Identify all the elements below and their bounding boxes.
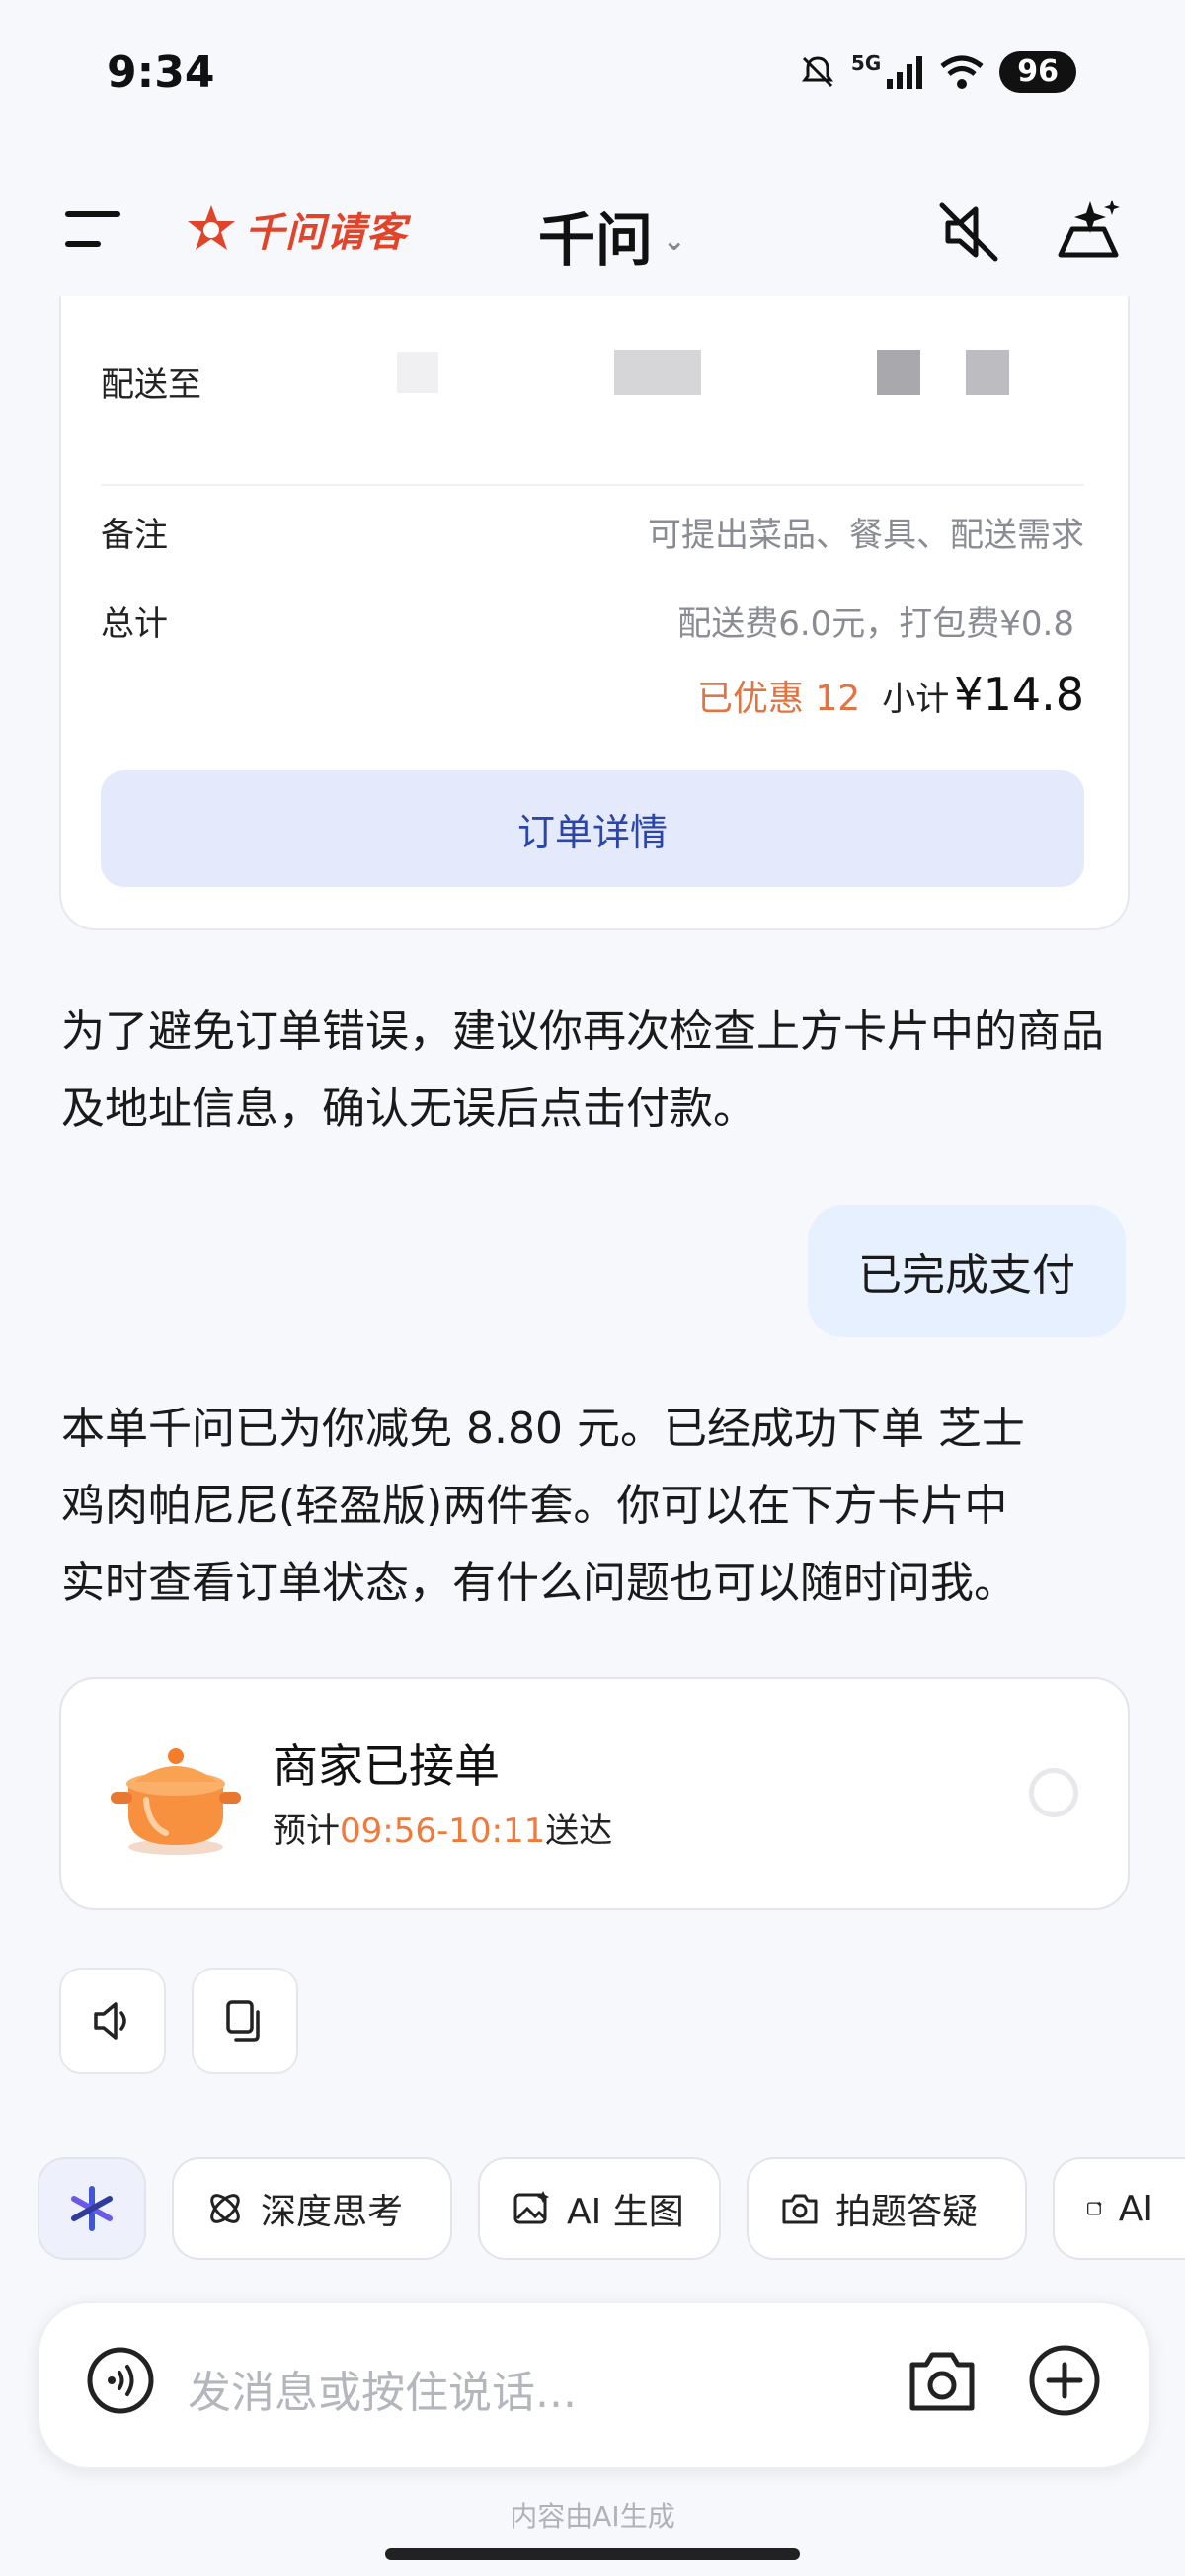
read-aloud-button[interactable]	[59, 1968, 166, 2074]
redacted-address-block	[877, 350, 920, 395]
status-icons: 5G 96	[798, 51, 1076, 93]
chip-ai-image[interactable]: AI 生图	[478, 2157, 721, 2260]
chip-label: AI 生图	[567, 2192, 684, 2232]
camera-question-icon	[782, 2194, 818, 2224]
bell-muted-icon	[801, 56, 833, 88]
chip-label: 拍题答疑	[835, 2192, 979, 2232]
discount-text: 已优惠 12	[696, 679, 861, 719]
redacted-address-block	[397, 352, 438, 393]
model-selector[interactable]: 千问 ⌄	[538, 194, 685, 277]
chip-photo-question[interactable]: 拍题答疑	[747, 2157, 1027, 2260]
chip-label: 深度思考	[261, 2192, 404, 2232]
divider	[101, 484, 1084, 486]
assistant-message: 为了避免订单错误，建议你再次检查上方卡片中的商品及地址信息，确认无误后点击付款。	[61, 1006, 1104, 1134]
speaker-mute-icon[interactable]	[934, 198, 1003, 267]
chip-ai-more[interactable]: AI	[1053, 2157, 1185, 2260]
deep-think-icon	[210, 2194, 240, 2223]
redacted-address-block	[966, 350, 1009, 395]
subtotal-group: 小计 ¥14.8	[882, 668, 1084, 721]
speaker-icon	[94, 2002, 126, 2040]
menu-icon[interactable]	[63, 207, 126, 251]
new-chat-sparkle-icon[interactable]	[1053, 194, 1128, 269]
message-input[interactable]: 发消息或按住说话...	[188, 2357, 577, 2420]
ai-more-icon	[1087, 2201, 1102, 2215]
brand-star-icon	[188, 205, 235, 250]
add-attachment-icon[interactable]	[1027, 2343, 1102, 2418]
deliver-to-label: 配送至	[101, 365, 201, 405]
subtotal-value: ¥14.8	[954, 668, 1084, 721]
chip-deep-think[interactable]: 深度思考	[172, 2157, 452, 2260]
copy-icon	[226, 2000, 260, 2042]
note-input[interactable]: 可提出菜品、餐具、配送需求	[494, 508, 1084, 556]
brand-text: 千问请客	[245, 210, 407, 256]
eta-time: 09:56-10:11	[340, 1811, 546, 1851]
battery-indicator: 96	[999, 51, 1076, 93]
page-title: 千问	[538, 206, 654, 274]
ai-generated-note: 内容由AI生成	[510, 2500, 675, 2533]
cooking-pot-icon	[111, 1748, 241, 1855]
order-detail-button[interactable]: 订单详情	[101, 770, 1084, 887]
subtotal-row: 已优惠 12 小计 ¥14.8	[494, 668, 1084, 721]
wifi-icon	[940, 55, 984, 89]
user-message: 已完成支付	[808, 1205, 1126, 1337]
assistant-message: 本单千问已为你减免 8.80 元。已经成功下单 芝士 鸡肉帕尼尼(轻盈版)两件套…	[61, 1391, 1128, 1622]
chevron-down-icon: ⌄	[663, 223, 686, 257]
status-time: 9:34	[107, 47, 215, 98]
loading-spinner-icon	[1029, 1768, 1078, 1817]
image-gen-icon	[514, 2191, 549, 2224]
voice-input-icon[interactable]	[85, 2345, 156, 2416]
brand-logo[interactable]: 千问请客	[186, 201, 407, 258]
message-line: 鸡肉帕尼尼(轻盈版)两件套。你可以在下方卡片中	[61, 1481, 1008, 1531]
signal-icon	[887, 56, 923, 89]
sparkle-asterisk-icon	[71, 2186, 113, 2231]
fees-text: 配送费6.0元，打包费¥0.8	[677, 604, 1074, 644]
quick-tools-button[interactable]	[38, 2157, 146, 2260]
subtotal-label: 小计	[882, 680, 950, 719]
home-indicator[interactable]	[385, 2548, 800, 2560]
copy-button[interactable]	[192, 1968, 298, 2074]
eta-prefix: 预计	[273, 1811, 340, 1851]
note-label: 备注	[101, 516, 168, 555]
redacted-address-block	[614, 350, 701, 395]
eta-text: 预计09:56-10:11送达	[273, 1804, 612, 1852]
order-status-title: 商家已接单	[273, 1739, 500, 1793]
message-line: 实时查看订单状态，有什么问题也可以随时问我。	[61, 1558, 1017, 1608]
chip-label: AI	[1118, 2188, 1153, 2229]
message-line: 本单千问已为你减免 8.80 元。已经成功下单 芝士	[61, 1404, 1025, 1454]
eta-suffix: 送达	[545, 1811, 613, 1851]
camera-icon[interactable]	[907, 2347, 978, 2414]
total-label: 总计	[101, 604, 168, 644]
network-label: 5G	[850, 51, 882, 75]
